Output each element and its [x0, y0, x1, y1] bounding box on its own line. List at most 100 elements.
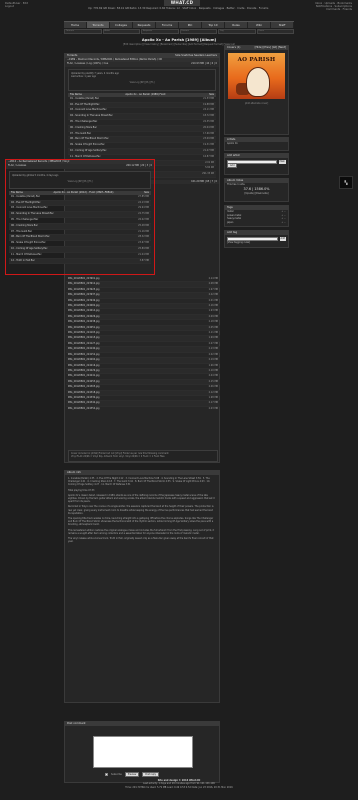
file-size: 17.66 MB — [203, 131, 214, 135]
nav-irc[interactable]: IRC — [179, 22, 202, 28]
search-artist-input[interactable]: Artist — [102, 29, 140, 34]
vote-links[interactable]: [Upvote] [Downvote] — [225, 192, 288, 196]
file-size: 3.87 MB — [139, 258, 149, 262]
album-paragraph: This remastered edition restores the ori… — [68, 528, 215, 535]
main-nav: Home Torrents Collages Requests Forums I… — [64, 21, 294, 28]
site-logo[interactable]: WHAT.CD — [164, 0, 200, 6]
file-name: IMG_20120801_224140.jpg — [68, 347, 100, 351]
nav-top10[interactable]: Top 10 — [202, 22, 225, 28]
search-bar: Torrents Artist Requests Forums Log User… — [64, 29, 294, 34]
file-size: 1.98 MB — [208, 395, 218, 399]
torrent-row-vinyl-flac[interactable]: FLAC / Lossless 260.12 MB | 20 | 3 | 0 — [6, 164, 154, 169]
site-footer: Site and design © 2016 What.CD Last acti… — [64, 779, 294, 789]
file-size: 2.04 MB — [208, 374, 218, 378]
preview-button[interactable]: Preview — [124, 772, 140, 778]
nav-wiki[interactable]: Wiki — [248, 22, 271, 28]
playing-time: Total playing time 47:33 — [68, 488, 95, 492]
view-log-link-2[interactable]: View Log [RP] [PL] [FL] — [12, 180, 148, 183]
file-size: 22.75 MB — [138, 212, 149, 216]
file-size: 2.09 MB — [208, 314, 218, 318]
tag-item[interactable]: japan + − — [225, 221, 288, 225]
selected-torrent-region: −2012 – Ao Remastered Records / MEG2003 … — [5, 159, 155, 275]
album-paragraph: Recorded in Tokyo over the course of a s… — [68, 505, 214, 515]
search-users-input[interactable]: Users — [256, 29, 294, 34]
file-size: 19.88 MB — [203, 102, 214, 106]
subscribe-checkbox[interactable] — [105, 773, 108, 777]
file-size: 2.03 MB — [208, 406, 218, 410]
album-cover-image[interactable]: AO PARISH — [228, 53, 285, 99]
cover-nav-links[interactable]: [Hide] [Prev] [All] [Next] — [255, 46, 286, 50]
torrent-details-1: Uploaded by plentify 7 years, 4 months a… — [68, 68, 216, 91]
file-size: 2.11 MB — [208, 331, 218, 335]
file-name: IMG_20120801_224014.jpg — [68, 309, 100, 313]
file-name: IMG_20120801_224330.jpg — [68, 395, 100, 399]
add-artist-button[interactable]: Add — [227, 162, 238, 168]
nav-forums[interactable]: Forums — [156, 22, 179, 28]
file-size: 26.02 MB — [138, 218, 149, 221]
comments-link[interactable]: Comments · Friends — [315, 8, 352, 11]
artist-link[interactable]: Apollo Xx — [225, 142, 288, 146]
album-paragraph: The vinyl release adds a bonus track, Tr… — [68, 537, 214, 544]
search-requests-input[interactable]: Requests — [141, 29, 179, 34]
add-tag-button[interactable]: Add — [279, 237, 286, 241]
file-name: IMG_20120801_224253.jpg — [68, 379, 100, 383]
file-size: 27.85 MB — [138, 194, 149, 198]
nav-rules[interactable]: Rules — [225, 22, 248, 28]
nav-collages[interactable]: Collages — [110, 22, 133, 28]
file-size: 24.13 MB — [138, 200, 149, 204]
file-name: IMG_20120801_224241.jpg — [68, 374, 100, 378]
file-size: 2.14 MB — [208, 277, 218, 280]
file-name: 11 - March Of Defense.flac — [11, 252, 42, 256]
file-name: 01 - Invisible (Parish).flac — [11, 194, 40, 198]
file-name: IMG_20120801_224103.jpg — [68, 331, 100, 335]
file-size: 2.10 MB — [208, 368, 218, 372]
file-size: 2.06 MB — [208, 385, 218, 389]
torrent-details-2: Uploaded by glimba 5 months, 4 days ago … — [9, 170, 151, 189]
search-forums-input[interactable]: Forums — [179, 29, 217, 34]
file-size: 2.01 MB — [208, 298, 218, 302]
file-size: 25.48 MB — [138, 223, 149, 227]
userbar-toggle-icon[interactable]: ▚ — [339, 176, 353, 189]
torrent-row-flac[interactable]: FLAC / Lossless / Log (100%) / Cue 210.9… — [65, 62, 219, 67]
view-log-link-1[interactable]: View Log [RP] [PL] [FL] — [71, 81, 213, 84]
add-alternate-cover-link[interactable]: [Add alternate cover] — [225, 102, 288, 105]
nav-staff[interactable]: Staff — [271, 22, 294, 28]
nav-home[interactable]: Home — [64, 22, 87, 28]
file-list-2: File Name Apollo Xx - Ao Parish (2012) - … — [9, 190, 151, 265]
file-name: IMG_20120801_224354.jpg — [68, 406, 100, 410]
tag-vote-links[interactable]: + − — [281, 221, 286, 225]
search-log-input[interactable]: Log — [218, 29, 256, 34]
file-name: IMG_20120801_224002.jpg — [68, 304, 100, 308]
file-size: 28.32 MB — [138, 235, 149, 239]
tracklist: 1. Invisible (Parish) 4:35 · 2. Eve Of T… — [68, 477, 211, 487]
post-reply-button[interactable]: Post reply — [142, 772, 160, 778]
nav-requests[interactable]: Requests — [133, 22, 156, 28]
file-size: 2.01 KB — [205, 160, 214, 164]
file-size: 20.04 MB — [203, 125, 214, 129]
comment-textarea[interactable] — [93, 736, 193, 768]
file-size: 29.94 MB — [138, 206, 149, 210]
file-name: 06 - Crushing Stars.flac — [70, 125, 97, 129]
file-name: IMG_20120801_223937.jpg — [68, 293, 100, 297]
file-size: 21.53 MB — [203, 96, 214, 100]
logout-link[interactable]: Logout — [5, 5, 28, 8]
artist-role-select[interactable]: Main — [278, 160, 286, 164]
file-name: 08 - Burn Of The Blood Storm.flac — [70, 137, 109, 141]
tagging-rules-link[interactable]: [View tagging rules] — [225, 241, 288, 245]
file-size: 2.19 MB — [208, 358, 218, 362]
file-size: 21.47 MB — [203, 148, 214, 152]
artists-box: Artists Apollo Xx — [224, 137, 289, 151]
album-info: Album info 1. Invisible (Parish) 4:35 · … — [64, 470, 220, 703]
search-torrents-input[interactable]: Torrents — [64, 29, 102, 34]
scan-file-row: IMG_20120801_224354.jpg 2.03 MB — [66, 407, 220, 410]
tag-name[interactable]: japan — [227, 221, 233, 225]
file-name: 09 - Snake Of Light Prince.flac — [11, 241, 46, 245]
file-size: 2.07 MB — [208, 341, 218, 345]
file-name: IMG_20120801_224026.jpg — [68, 314, 100, 318]
nav-torrents[interactable]: Torrents — [87, 22, 110, 28]
file-name: 04 - Sounding In The Lane Street.flac — [70, 114, 113, 118]
file-size: 1.96 MB — [208, 363, 218, 367]
file-name: 02 - Eve Of The Night.flac — [11, 200, 41, 204]
add-artist-box: Add artist Main Add — [224, 153, 289, 175]
file-name: 10 - Coming Of Age Solitary.flac — [11, 246, 48, 250]
